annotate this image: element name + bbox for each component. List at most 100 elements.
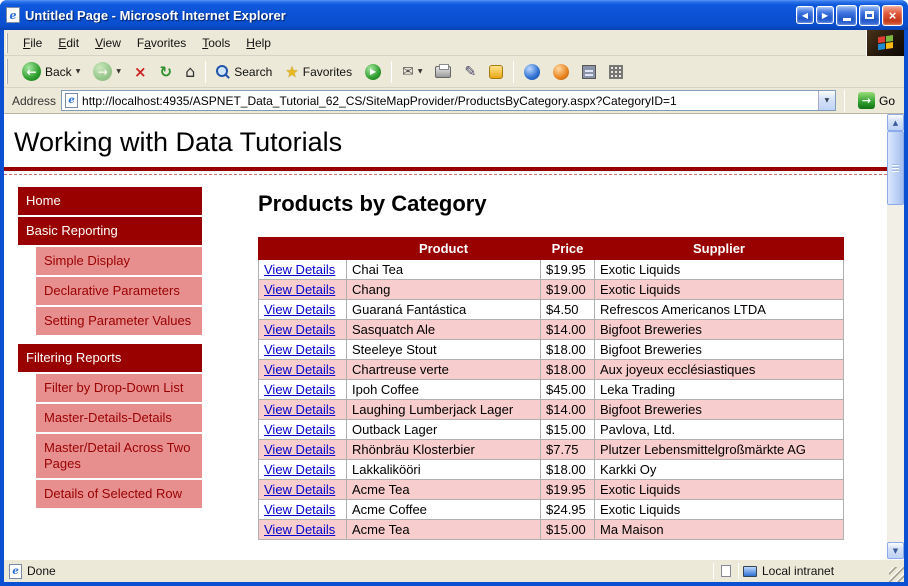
media-icon: ▶ [365, 63, 382, 80]
addon-button-globe[interactable] [518, 60, 546, 84]
address-label: Address [12, 93, 57, 108]
close-button[interactable]: × [882, 4, 903, 26]
address-separator [843, 89, 845, 112]
sidebar-item[interactable]: Simple Display [36, 247, 202, 275]
titlebar-extra-button-1[interactable]: ◀ [796, 6, 814, 24]
stop-button[interactable]: × [128, 59, 153, 85]
go-label: Go [878, 93, 895, 108]
view-details-link[interactable]: View Details [264, 522, 335, 537]
view-details-link[interactable]: View Details [264, 442, 335, 457]
view-details-link[interactable]: View Details [264, 482, 335, 497]
sidebar-item[interactable]: Basic Reporting [18, 217, 202, 245]
product-row: View Details Outback Lager $15.00 Pavlova, … [258, 419, 844, 440]
product-row: View Details Steeleye Stout $18.00 Bigfoot … [258, 339, 844, 360]
sidebar-item[interactable]: Declarative Parameters [36, 277, 202, 305]
menu-item-favorites[interactable]: Favorites [129, 32, 194, 54]
view-details-link[interactable]: View Details [264, 462, 335, 477]
minimize-button[interactable] [836, 4, 857, 26]
scrollbar-thumb[interactable] [887, 131, 904, 205]
menu-item-edit[interactable]: Edit [50, 32, 87, 54]
view-details-link[interactable]: View Details [264, 302, 335, 317]
sidebar-item[interactable]: Home [18, 187, 202, 215]
sidebar-item[interactable]: Filter by Drop-Down List [36, 374, 202, 402]
supplier-cell: Aux joyeux ecclésiastiques [594, 359, 844, 380]
forward-dropdown-icon[interactable]: ▼ [116, 68, 121, 75]
supplier-cell: Bigfoot Breweries [594, 319, 844, 340]
resize-grip[interactable] [889, 567, 904, 582]
addon-button-building[interactable] [576, 61, 602, 83]
back-button[interactable]: ← Back ▼ [16, 58, 86, 85]
view-details-link[interactable]: View Details [264, 342, 335, 357]
status-mini-icon [721, 565, 731, 577]
menu-item-tools[interactable]: Tools [194, 32, 238, 54]
supplier-cell: Karkki Oy [594, 459, 844, 480]
addon-button-grid[interactable] [603, 61, 629, 83]
menubar-grip[interactable] [6, 32, 11, 53]
view-details-link[interactable]: View Details [264, 422, 335, 437]
stop-icon: × [133, 62, 147, 81]
menu-item-help[interactable]: Help [238, 32, 279, 54]
vertical-scrollbar[interactable]: ▲ ▼ [887, 114, 904, 559]
sidebar-item[interactable]: Master-Details-Details [36, 404, 202, 432]
address-input[interactable] [82, 92, 814, 109]
sidebar-item[interactable]: Details of Selected Row [36, 480, 202, 508]
price-cell: $24.95 [540, 499, 595, 520]
sidebar-item[interactable]: Filtering Reports [18, 344, 202, 372]
menu-item-file[interactable]: File [15, 32, 50, 54]
favorites-button[interactable]: ★ Favorites [279, 59, 358, 85]
products-table: Product Price Supplier View Details Chai Te… [258, 237, 844, 540]
scroll-down-button[interactable]: ▼ [887, 542, 904, 559]
product-cell: Chai Tea [346, 259, 541, 280]
back-label: Back [45, 64, 72, 79]
toolbar-separator [205, 60, 207, 83]
search-icon [216, 64, 230, 79]
product-cell: Steeleye Stout [346, 339, 541, 360]
address-dropdown-button[interactable]: ▼ [817, 91, 835, 110]
print-button[interactable] [429, 62, 457, 82]
refresh-button[interactable]: ↻ [154, 59, 179, 85]
view-details-link[interactable]: View Details [264, 322, 335, 337]
messenger-button[interactable] [483, 61, 509, 83]
back-dropdown-icon[interactable]: ▼ [76, 68, 81, 75]
view-details-link[interactable]: View Details [264, 282, 335, 297]
details-cell: View Details [258, 459, 347, 480]
addon-button-orange[interactable] [547, 60, 575, 84]
view-details-link[interactable]: View Details [264, 262, 335, 277]
home-button[interactable]: ⌂ [179, 58, 201, 85]
sidebar-item[interactable]: Master/Detail Across Two Pages [36, 434, 202, 478]
media-button[interactable]: ▶ [359, 60, 387, 84]
edit-button[interactable]: ✎ [458, 60, 482, 84]
view-details-link[interactable]: View Details [264, 502, 335, 517]
product-row: View Details Rhönbräu Klosterbier $7.75 Plu… [258, 439, 844, 460]
product-cell: Outback Lager [346, 419, 541, 440]
windows-logo-throbber [866, 29, 904, 56]
details-cell: View Details [258, 279, 347, 300]
menu-item-view[interactable]: View [87, 32, 129, 54]
intranet-icon [743, 565, 757, 577]
price-cell: $15.00 [540, 519, 595, 540]
refresh-icon: ↻ [159, 62, 173, 81]
content-viewport: Working with Data Tutorials Home Basic Re… [4, 114, 904, 559]
search-button[interactable]: Search [210, 61, 278, 83]
view-details-link[interactable]: View Details [264, 382, 335, 397]
title-bar[interactable]: e Untitled Page - Microsoft Internet Exp… [0, 0, 908, 30]
view-details-link[interactable]: View Details [264, 362, 335, 377]
titlebar-extra-button-2[interactable]: ▶ [816, 6, 834, 24]
forward-button[interactable]: → ▼ [87, 58, 127, 85]
maximize-button[interactable] [859, 4, 880, 26]
menu-bar: File Edit View Favorites Tools Help [4, 29, 904, 56]
page-title: Products by Category [258, 191, 487, 216]
orange-swirl-icon [553, 63, 570, 80]
mail-dropdown-icon[interactable]: ▼ [418, 68, 423, 75]
sidebar-item[interactable]: Setting Parameter Values [36, 307, 202, 335]
mail-button[interactable]: ✉ ▼ [396, 60, 428, 84]
address-bar: Address e ▼ → Go [4, 88, 904, 114]
scroll-up-button[interactable]: ▲ [887, 114, 904, 131]
price-cell: $4.50 [540, 299, 595, 320]
go-button[interactable]: → Go [853, 90, 900, 111]
price-cell: $18.00 [540, 459, 595, 480]
view-details-link[interactable]: View Details [264, 402, 335, 417]
browser-window: e Untitled Page - Microsoft Internet Exp… [0, 0, 908, 586]
status-bar: e Done Local intranet [4, 559, 904, 582]
toolbar-grip[interactable] [6, 59, 11, 84]
